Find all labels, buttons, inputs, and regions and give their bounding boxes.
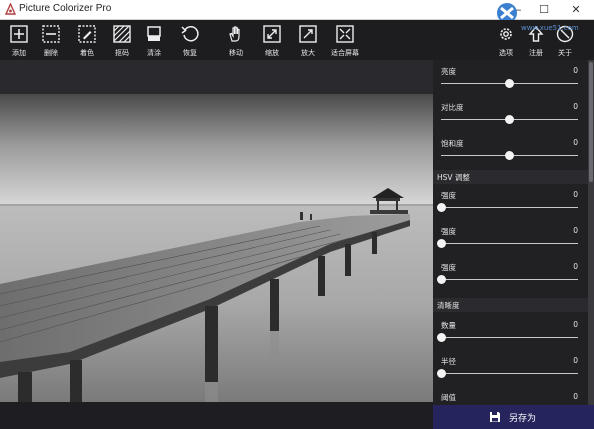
eraser-icon <box>147 26 161 41</box>
saturation-value: 0 <box>573 138 578 147</box>
image-canvas[interactable] <box>0 60 433 402</box>
colorize-label: 着色 <box>80 49 94 57</box>
slider-knob[interactable] <box>505 151 514 160</box>
adjustments-panel: 亮度 0 对比度 0 饱和度 0 HSV 调整 强度 0 强度 0 强度 0 清… <box>433 60 594 405</box>
mask-icon <box>113 25 131 43</box>
hsv-intensity-label: 强度 <box>441 191 456 200</box>
hsv-intensity-value: 0 <box>573 226 578 235</box>
hsv-intensity-value: 0 <box>573 262 578 271</box>
radius-value: 0 <box>573 356 578 365</box>
sharpen-section-header: 清晰度 <box>433 298 588 312</box>
restore-label: 恢复 <box>183 49 197 57</box>
restore-button[interactable]: 恢复 <box>173 23 207 59</box>
slider-knob[interactable] <box>505 79 514 88</box>
move-label: 移动 <box>229 49 243 57</box>
contrast-label: 对比度 <box>441 103 464 112</box>
app-logo-icon <box>4 3 17 15</box>
close-button[interactable]: ✕ <box>565 0 587 20</box>
remove-icon <box>42 25 60 43</box>
add-icon <box>10 25 28 43</box>
fit-screen-icon <box>336 25 354 43</box>
colorize-icon <box>78 25 96 43</box>
enlarge-button[interactable]: 放大 <box>291 23 325 59</box>
brightness-slider[interactable]: 亮度 0 <box>433 60 588 96</box>
watermark-site: www.xue51.com <box>521 24 579 32</box>
toolbar: 添加 删除 着色 抠码 清涂 恢复 移动 缩放 放大 适合屏幕 选项 注册 关于 <box>0 20 594 60</box>
slider-track[interactable] <box>441 243 578 244</box>
options-label: 选项 <box>499 49 513 57</box>
mask-button[interactable]: 抠码 <box>105 23 139 59</box>
zoom-label: 缩放 <box>265 49 279 57</box>
enlarge-label: 放大 <box>301 49 315 57</box>
maximize-button[interactable]: ☐ <box>533 0 555 20</box>
about-label: 关于 <box>558 49 572 57</box>
canvas-bottom-bar <box>0 402 433 429</box>
saturation-slider[interactable]: 饱和度 0 <box>433 132 588 168</box>
save-as-label: 另存为 <box>509 414 537 424</box>
hsv-intensity-label: 强度 <box>441 263 456 272</box>
zoom-in-icon <box>263 25 281 43</box>
slider-knob[interactable] <box>436 369 446 378</box>
slider-track[interactable] <box>441 337 578 338</box>
amount-label: 数量 <box>441 321 456 330</box>
save-as-button[interactable]: 另存为 <box>433 405 594 429</box>
hsv-intensity-slider-1[interactable]: 强度 0 <box>433 184 588 220</box>
enlarge-icon <box>299 25 317 43</box>
radius-label: 半径 <box>441 357 456 366</box>
slider-track[interactable] <box>441 207 578 208</box>
hsv-intensity-value: 0 <box>573 190 578 199</box>
slider-knob[interactable] <box>436 239 446 248</box>
slider-knob[interactable] <box>505 115 514 124</box>
eraser-label: 清涂 <box>147 49 161 57</box>
remove-button[interactable]: 删除 <box>34 23 68 59</box>
pier-photo[interactable] <box>0 94 433 402</box>
move-button[interactable]: 移动 <box>219 23 253 59</box>
hand-icon <box>229 26 240 42</box>
hsv-intensity-slider-2[interactable]: 强度 0 <box>433 220 588 256</box>
slider-knob[interactable] <box>436 333 446 342</box>
contrast-value: 0 <box>573 102 578 111</box>
hsv-section-title: HSV 调整 <box>437 173 470 182</box>
amount-slider[interactable]: 数量 0 <box>433 314 588 350</box>
add-button[interactable]: 添加 <box>2 23 36 59</box>
eraser-button[interactable]: 清涂 <box>137 23 171 59</box>
add-label: 添加 <box>12 49 26 57</box>
fit-screen-label: 适合屏幕 <box>331 49 359 57</box>
hsv-intensity-label: 强度 <box>441 227 456 236</box>
slider-track[interactable] <box>441 279 578 280</box>
mask-label: 抠码 <box>115 49 129 57</box>
amount-value: 0 <box>573 320 578 329</box>
scrollbar-thumb[interactable] <box>589 62 593 182</box>
contrast-slider[interactable]: 对比度 0 <box>433 96 588 132</box>
hsv-section-header: HSV 调整 <box>433 170 588 184</box>
restore-icon <box>181 26 199 42</box>
save-icon <box>490 412 500 422</box>
window-title: Picture Colorizer Pro <box>19 3 112 14</box>
options-button[interactable]: 选项 <box>489 23 523 59</box>
radius-slider[interactable]: 半径 0 <box>433 350 588 386</box>
sharpen-section-title: 清晰度 <box>437 301 460 310</box>
panel-scrollbar[interactable] <box>588 60 594 405</box>
remove-label: 删除 <box>44 49 58 57</box>
hsv-intensity-slider-3[interactable]: 强度 0 <box>433 256 588 292</box>
threshold-value: 0 <box>573 392 578 401</box>
saturation-label: 饱和度 <box>441 139 464 148</box>
app-window: Picture Colorizer Pro — ☐ ✕ 添加 删除 着色 抠码 … <box>0 0 594 429</box>
slider-track[interactable] <box>441 373 578 374</box>
slider-knob[interactable] <box>436 275 446 284</box>
fit-screen-button[interactable]: 适合屏幕 <box>328 23 362 59</box>
colorize-button[interactable]: 着色 <box>70 23 104 59</box>
threshold-label: 阈值 <box>441 393 456 402</box>
gear-icon <box>500 28 512 40</box>
brightness-value: 0 <box>573 66 578 75</box>
zoom-button[interactable]: 缩放 <box>255 23 289 59</box>
slider-knob[interactable] <box>436 203 446 212</box>
brightness-label: 亮度 <box>441 67 456 76</box>
